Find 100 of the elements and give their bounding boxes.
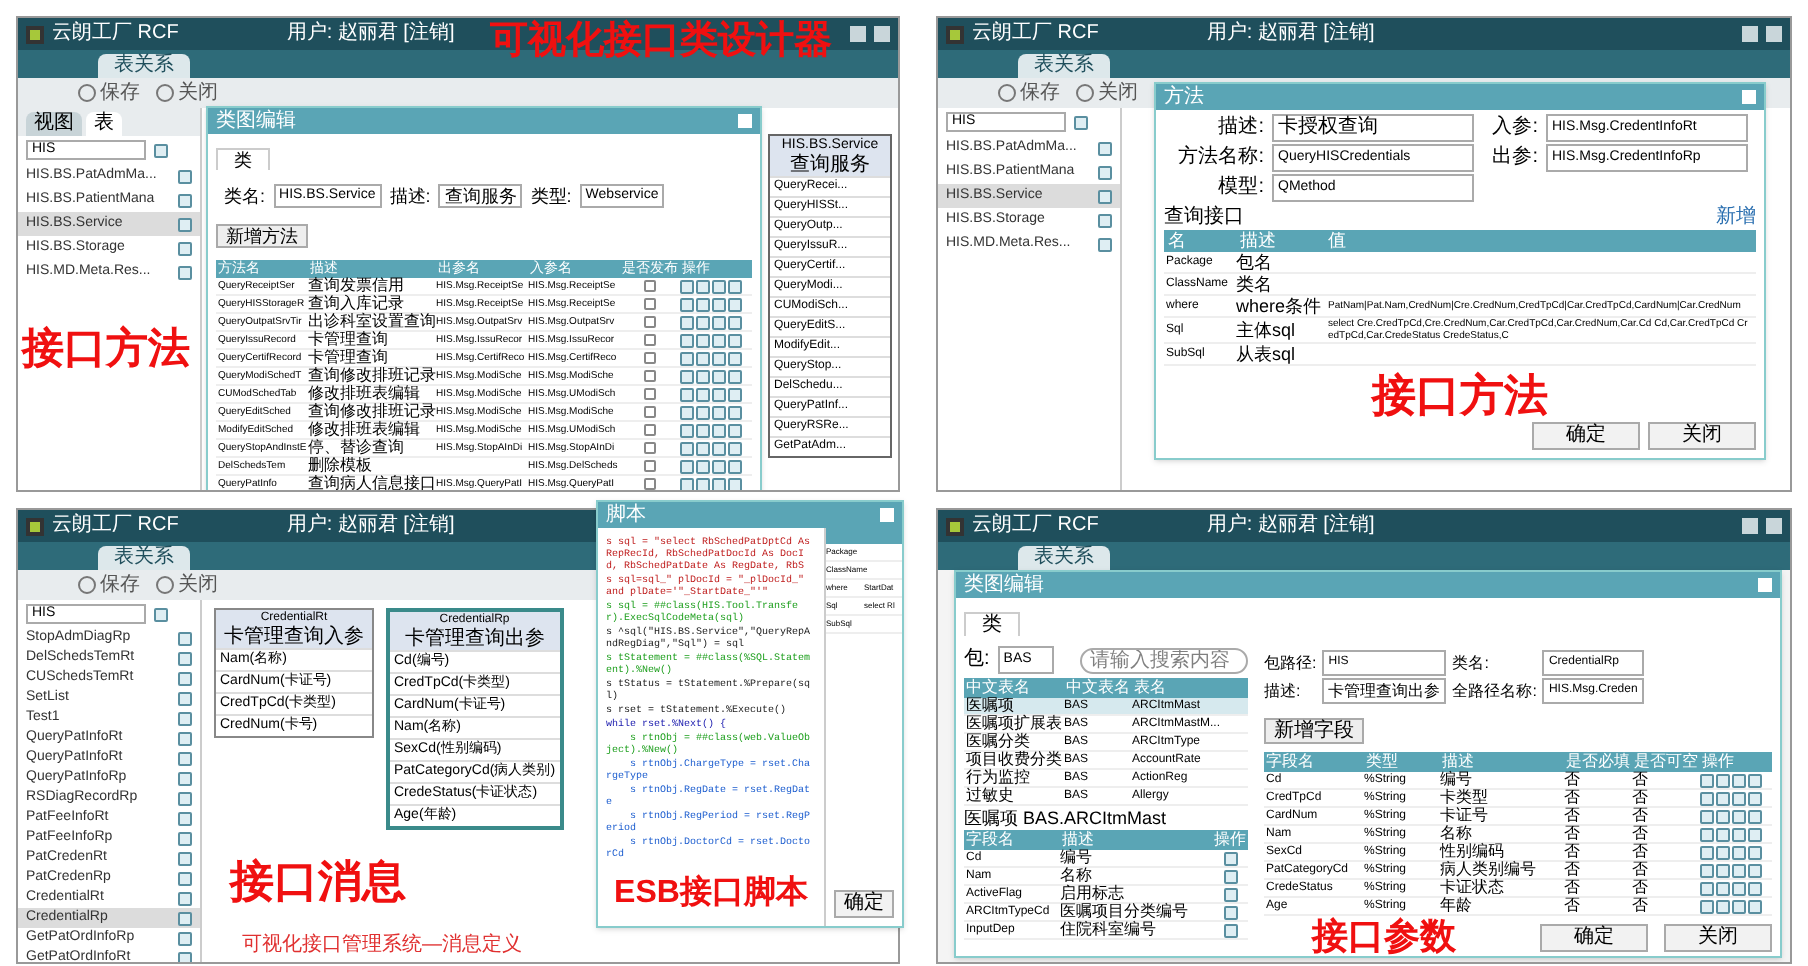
- field-label: 描述:: [1264, 680, 1303, 702]
- user-label: 用户: 赵丽君 [注销]: [286, 22, 455, 46]
- add-method-button[interactable]: 新增方法: [216, 224, 308, 248]
- table-cell-text: 否: [1632, 880, 1650, 896]
- table-cell-text: 卡证状态: [1440, 880, 1506, 896]
- field-label: 包:: [964, 648, 990, 672]
- sidebar-tab[interactable]: 表: [86, 112, 122, 136]
- checkbox[interactable]: [644, 460, 656, 472]
- checkbox[interactable]: [644, 388, 656, 400]
- checkbox[interactable]: [644, 424, 656, 436]
- field-label: 模型:: [1216, 176, 1264, 200]
- column-header: 操作: [1212, 830, 1248, 850]
- field-label: 类名:: [224, 186, 266, 206]
- table-cell: 查询病人信息接口: [308, 476, 436, 490]
- overlay-caption: 可视化接口类设计器: [490, 18, 832, 66]
- table-cell-text: 住院科室编号: [1060, 922, 1158, 938]
- table-cell-text: 否: [1564, 808, 1582, 824]
- app-title: 云朗工厂 RCF: [972, 22, 1099, 46]
- checkbox[interactable]: [644, 370, 656, 382]
- table-caption: 医嘱项 BAS.ARCItmMast: [964, 808, 1169, 830]
- table-cell-text: 停、替诊查询: [308, 440, 406, 456]
- table-cell-text: 卡类型: [1440, 790, 1490, 806]
- checkbox[interactable]: [644, 478, 656, 490]
- table-cell: where条件: [1236, 296, 1324, 316]
- tab[interactable]: 表关系: [98, 54, 190, 78]
- table-cell-text: 否: [1564, 826, 1582, 842]
- field-label: 描述:: [1216, 116, 1264, 140]
- table-cell-text: 编号: [1440, 772, 1474, 788]
- table-cell-text: 否: [1564, 880, 1582, 896]
- dialog-button[interactable]: 关闭: [1648, 422, 1756, 450]
- table-cell-text: 年龄: [1440, 898, 1474, 914]
- table-cell-text: 名称: [1060, 868, 1094, 884]
- table-cell-text: 修改排班表编辑: [308, 386, 422, 402]
- dialog-tab[interactable]: 类: [964, 612, 1020, 636]
- table-cell-text: 性别编码: [1440, 844, 1506, 860]
- table-cell-text: 医嘱项目分类编号: [1060, 904, 1190, 920]
- toolbar-button[interactable]: 保存: [998, 81, 1060, 105]
- dialog-title: 方法: [1164, 85, 1204, 109]
- tab[interactable]: 表关系: [1018, 54, 1110, 78]
- column-header: 操作: [1700, 752, 1736, 772]
- toolbar-button[interactable]: 关闭: [156, 573, 218, 597]
- class-box[interactable]: [768, 134, 892, 458]
- column-header: 描述: [1060, 830, 1096, 849]
- table-cell: 出诊科室设置查询: [308, 314, 436, 330]
- class-subtitle: 查询服务: [788, 154, 872, 176]
- checkbox[interactable]: [644, 298, 656, 310]
- column-header: 表名: [1132, 678, 1168, 698]
- field-label: 描述:: [389, 186, 431, 206]
- table-cell: 项目收费分类: [964, 752, 1064, 768]
- checkbox[interactable]: [644, 334, 656, 346]
- table-cell-text: 主体sql: [1236, 320, 1298, 340]
- checkbox[interactable]: [644, 280, 656, 292]
- add-field-button[interactable]: 新增字段: [1264, 718, 1364, 744]
- column-header: 类型: [1364, 752, 1400, 772]
- toolbar-button[interactable]: 保存: [78, 81, 140, 105]
- checkbox[interactable]: [644, 316, 656, 328]
- diagram-caption: 可视化接口管理系统—消息定义: [242, 931, 522, 960]
- column-header: 描述: [1238, 230, 1278, 252]
- field-label: 类名:: [1452, 652, 1491, 674]
- text-field[interactable]: 查询服务: [438, 184, 523, 208]
- user-label: 用户: 赵丽君 [注销]: [286, 514, 455, 538]
- dialog-button[interactable]: 确定: [1532, 422, 1640, 450]
- field-label: 包路径:: [1264, 652, 1317, 674]
- table-cell-text: 行为监控: [964, 770, 1032, 786]
- table-cell-text: 名称: [1440, 826, 1474, 842]
- table-cell-text: 否: [1632, 862, 1650, 878]
- tab[interactable]: 表关系: [1018, 546, 1110, 570]
- toolbar-button[interactable]: 关闭: [156, 81, 218, 105]
- overlay-caption: 接口消息: [230, 856, 406, 908]
- table-cell-text: 启用标志: [1060, 886, 1126, 902]
- table-cell-text: 卡管理查询: [308, 332, 390, 348]
- tab[interactable]: 表关系: [98, 546, 190, 570]
- table-cell-text: 否: [1632, 808, 1650, 824]
- checkbox[interactable]: [644, 352, 656, 364]
- text-field[interactable]: 卡管理查询出参: [1322, 678, 1447, 704]
- column-header: 是否可空: [1632, 752, 1700, 771]
- class-subtitle: 卡管理查询出参: [402, 628, 547, 650]
- toolbar-button[interactable]: 关闭: [1076, 81, 1138, 105]
- table-cell-text: 否: [1564, 772, 1582, 788]
- confirm-button[interactable]: 确定: [834, 890, 894, 918]
- checkbox[interactable]: [644, 442, 656, 454]
- dialog-title: 脚本: [606, 503, 646, 527]
- app-title: 云朗工厂 RCF: [52, 22, 179, 46]
- table-cell-text: 医嘱项: [964, 698, 1016, 714]
- add-link[interactable]: 新增: [1716, 206, 1756, 230]
- checkbox[interactable]: [644, 406, 656, 418]
- table-cell: 查询修改排班记录: [308, 368, 436, 384]
- overlay-caption: 接口参数: [1312, 918, 1456, 956]
- column-header: 字段名: [964, 830, 1016, 850]
- table-cell-text: 病人类别编号: [1440, 862, 1538, 878]
- section-label: 查询接口: [1164, 206, 1244, 230]
- dialog-tab[interactable]: 类: [216, 148, 270, 170]
- sidebar-tab[interactable]: 视图: [26, 112, 82, 136]
- table-cell-text: 否: [1564, 898, 1582, 914]
- table-cell-text: 编号: [1060, 850, 1094, 866]
- dialog-button[interactable]: 关闭: [1664, 923, 1772, 951]
- table-cell-text: 否: [1632, 772, 1650, 788]
- toolbar-button[interactable]: 保存: [78, 573, 140, 597]
- dialog-button[interactable]: 确定: [1540, 923, 1648, 951]
- text-field[interactable]: 卡授权查询: [1272, 114, 1474, 142]
